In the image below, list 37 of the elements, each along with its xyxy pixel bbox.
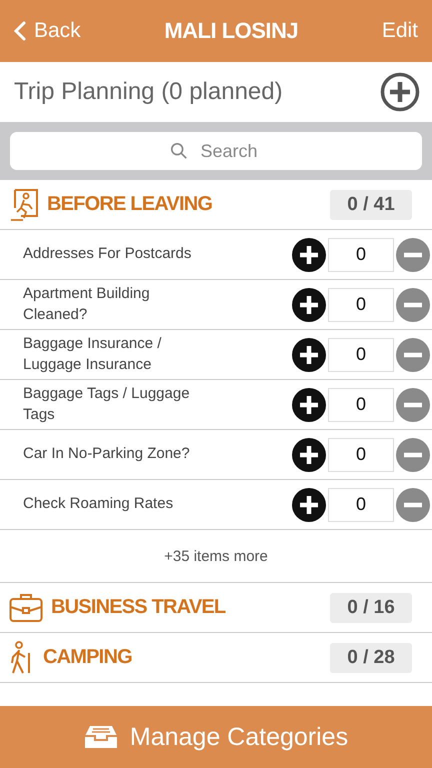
briefcase-icon [9,592,43,622]
search-icon [170,142,188,160]
count-badge: 0 / 28 [330,642,412,672]
minus-button-icon[interactable] [396,288,430,322]
tray-icon [84,724,118,750]
more-items-link[interactable]: +35 items more [164,548,268,564]
plus-button-icon[interactable] [292,388,326,422]
quantity-field[interactable]: 0 [328,388,394,422]
running-exit-icon [9,188,39,222]
quantity-field[interactable]: 0 [328,488,394,522]
section-title: Trip Planning (0 planned) [14,78,283,106]
minus-button-icon[interactable] [396,338,430,372]
quantity-field[interactable]: 0 [328,338,394,372]
quantity-field[interactable]: 0 [328,238,394,272]
item-label: Check Roaming Rates [23,494,174,514]
quantity-field[interactable]: 0 [328,288,394,322]
search-field[interactable]: Search [10,132,422,170]
count-badge: 0 / 16 [330,592,412,622]
plus-button-icon[interactable] [292,488,326,522]
item-label: Addresses For Postcards [23,244,192,264]
item-label: Baggage Insurance / Luggage Insurance [23,334,162,374]
add-icon[interactable] [380,72,420,112]
minus-button-icon[interactable] [396,388,430,422]
plus-button-icon[interactable] [292,288,326,322]
quantity-field[interactable]: 0 [328,438,394,472]
back-chevron-icon [14,21,26,41]
plus-button-icon[interactable] [292,438,326,472]
item-label: Baggage Tags / Luggage Tags [23,384,191,424]
item-label: Car In No-Parking Zone? [23,444,191,464]
item-label: Apartment Building Cleaned? [23,284,151,324]
plus-button-icon[interactable] [292,338,326,372]
minus-button-icon[interactable] [396,238,430,272]
plus-button-icon[interactable] [292,238,326,272]
minus-button-icon[interactable] [396,438,430,472]
count-badge: 0 / 41 [330,190,412,220]
screen-title: MALI LOSINJ [164,18,298,44]
minus-button-icon[interactable] [396,488,430,522]
